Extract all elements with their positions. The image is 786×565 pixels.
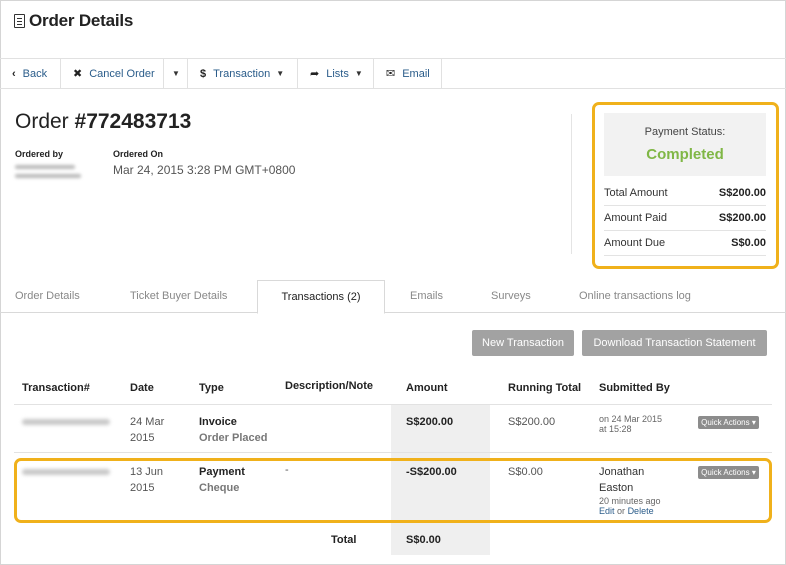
lists-label: Lists xyxy=(326,67,349,80)
amount-paid-value: S$200.00 xyxy=(718,212,766,224)
tab-surveys[interactable]: Surveys xyxy=(491,280,531,313)
envelope-icon: ✉ xyxy=(386,68,396,80)
amount-due-label: Amount Due xyxy=(604,237,666,249)
close-icon: ✖ xyxy=(73,68,83,80)
column-header-running-total: Running Total xyxy=(508,382,582,394)
divider xyxy=(571,114,572,254)
column-header-type: Type xyxy=(199,382,224,394)
transaction-label: Transaction xyxy=(213,67,271,80)
back-label: Back xyxy=(22,67,48,80)
table-row-subtype: Order Placed xyxy=(199,432,268,444)
submitted-line: at 15:28 xyxy=(599,424,632,434)
caret-down-icon: ▼ xyxy=(276,69,285,78)
cancel-order-dropdown[interactable]: ▼ xyxy=(164,59,188,88)
email-button[interactable]: ✉ Email xyxy=(374,59,442,88)
cancel-order-button[interactable]: ✖ Cancel Order xyxy=(61,59,164,88)
payment-row-highlight xyxy=(14,458,772,523)
caret-down-icon: ▼ xyxy=(172,69,180,78)
document-icon xyxy=(14,14,25,28)
amount-paid-row: Amount Paid S$200.00 xyxy=(604,206,766,231)
total-amount-value: S$200.00 xyxy=(718,187,766,199)
total-label: Total xyxy=(331,534,357,546)
transaction-id-redacted xyxy=(22,419,110,425)
download-transaction-statement-button[interactable]: Download Transaction Statement xyxy=(582,330,767,356)
amount-due-value: S$0.00 xyxy=(731,237,766,249)
date-line: 2015 xyxy=(130,432,155,444)
column-header-date: Date xyxy=(130,382,154,394)
page-header: Order Details xyxy=(14,10,133,32)
chevron-left-icon: ‹ xyxy=(12,67,16,80)
ordered-by-label: Ordered by xyxy=(15,149,64,159)
ordered-by-value-redacted xyxy=(15,165,85,187)
total-value: S$0.00 xyxy=(406,534,441,546)
table-row-amount: S$200.00 xyxy=(406,416,454,428)
column-header-submitted-by: Submitted By xyxy=(599,382,670,394)
total-amount-row: Total Amount S$200.00 xyxy=(604,181,766,206)
table-header-divider xyxy=(14,404,772,405)
payment-status-value: Completed xyxy=(646,146,724,163)
quick-actions-button[interactable]: Quick Actions ▾ xyxy=(698,416,759,429)
cancel-order-label: Cancel Order xyxy=(89,67,155,80)
payment-status-label: Payment Status: xyxy=(644,126,726,138)
tab-emails[interactable]: Emails xyxy=(410,280,443,313)
table-row-date: 24 Mar 2015 xyxy=(130,414,164,446)
submitted-line: on 24 Mar 2015 xyxy=(599,414,663,424)
caret-down-icon: ▾ xyxy=(751,418,756,427)
table-row-submitted: on 24 Mar 2015 at 15:28 xyxy=(599,414,662,434)
table-row-running-total: S$200.00 xyxy=(508,416,556,428)
ordered-on-value: Mar 24, 2015 3:28 PM GMT+0800 xyxy=(113,163,296,177)
tab-ticket-buyer-details[interactable]: Ticket Buyer Details xyxy=(130,280,227,313)
page-title: Order Details xyxy=(29,11,134,30)
toolbar: ‹ Back ✖ Cancel Order ▼ $ Transaction ▼ … xyxy=(0,58,786,89)
share-arrow-icon: ➦ xyxy=(310,68,320,80)
column-header-description: Description/Note xyxy=(285,380,374,392)
order-number: #772483713 xyxy=(74,110,192,133)
order-title: Order #772483713 xyxy=(15,110,191,134)
back-button[interactable]: ‹ Back xyxy=(0,59,61,88)
total-amount-label: Total Amount xyxy=(604,187,668,199)
amount-paid-label: Amount Paid xyxy=(604,212,667,224)
lists-menu[interactable]: ➦ Lists ▼ xyxy=(298,59,374,88)
caret-down-icon: ▼ xyxy=(354,69,363,78)
row-divider xyxy=(14,452,772,453)
date-line: 24 Mar xyxy=(130,416,165,428)
new-transaction-button[interactable]: New Transaction xyxy=(472,330,574,356)
tab-online-transactions-log[interactable]: Online transactions log xyxy=(579,280,691,313)
table-row-type: Invoice xyxy=(199,416,237,428)
tab-bar: Order Details Ticket Buyer Details Trans… xyxy=(0,280,786,314)
ordered-on-label: Ordered On xyxy=(113,149,164,159)
payment-status-box: Payment Status: Completed xyxy=(604,113,766,176)
column-header-transaction: Transaction# xyxy=(22,382,90,394)
order-title-prefix: Order xyxy=(15,110,75,133)
tab-transactions[interactable]: Transactions (2) xyxy=(257,280,385,314)
column-header-amount: Amount xyxy=(406,382,448,394)
tab-order-details[interactable]: Order Details xyxy=(15,280,80,313)
transaction-menu[interactable]: $ Transaction ▼ xyxy=(188,59,298,88)
dollar-icon: $ xyxy=(200,67,207,80)
email-label: Email xyxy=(402,67,430,80)
quick-actions-label: Quick Actions xyxy=(701,418,750,427)
amount-due-row: Amount Due S$0.00 xyxy=(604,231,766,256)
